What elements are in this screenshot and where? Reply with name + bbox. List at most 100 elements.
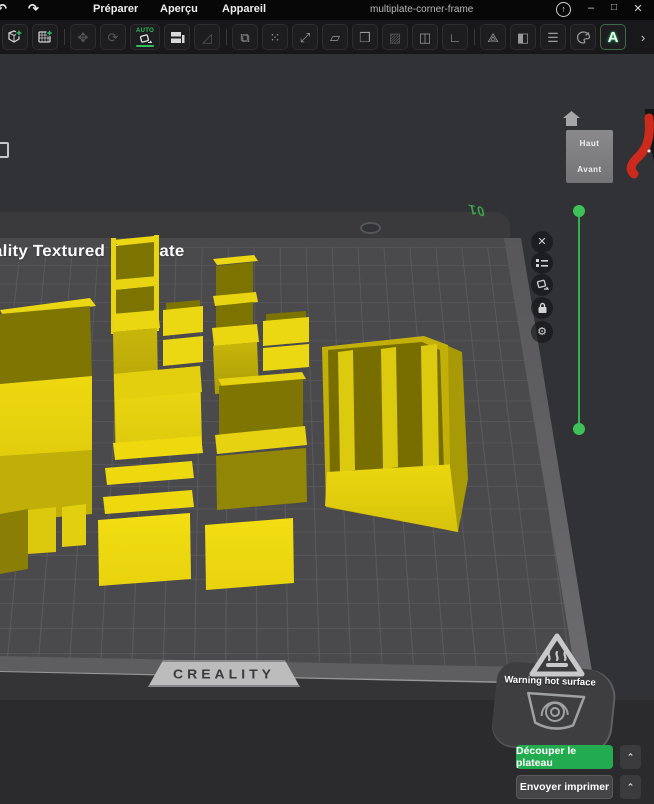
arrange-plates-button[interactable] xyxy=(164,24,190,50)
model-face xyxy=(0,306,92,384)
layer-slider-track[interactable] xyxy=(578,211,580,429)
model-face xyxy=(62,504,86,547)
red-model-clipped xyxy=(626,109,654,179)
minimize-button[interactable]: – xyxy=(583,2,599,14)
model-face xyxy=(216,448,307,510)
menu-preview[interactable]: Aperçu xyxy=(160,3,198,15)
auto-orient-button[interactable]: AUTO xyxy=(130,24,160,50)
cut-icon: ◧ xyxy=(516,29,530,45)
model-face xyxy=(216,262,253,298)
rotate-icon: ⟳ xyxy=(107,29,119,45)
plate-settings-button[interactable]: ▱ xyxy=(322,24,348,50)
move-icon: ✥ xyxy=(77,29,89,45)
view-orientation-cube[interactable]: Haut Avant xyxy=(566,130,613,183)
list-icon xyxy=(536,259,548,267)
pattern-button[interactable]: ⁙ xyxy=(262,24,288,50)
hatch-button[interactable]: ▨ xyxy=(382,24,408,50)
support-icon: ⟁ xyxy=(487,29,499,45)
view-top-label[interactable]: Haut xyxy=(566,139,613,148)
measure-icon: ∟ xyxy=(448,29,462,45)
menu-prepare[interactable]: Préparer xyxy=(93,3,138,15)
brand-text: CREALITY xyxy=(173,666,275,681)
model-face xyxy=(0,376,92,460)
toolbar-divider xyxy=(474,29,475,45)
cube-frame-icon: ❒ xyxy=(359,29,371,45)
model-face xyxy=(205,518,294,590)
add-model-button[interactable] xyxy=(2,24,28,50)
build-plate-back-rim xyxy=(0,212,510,238)
rotate-tool-button[interactable]: ⟳ xyxy=(100,24,126,50)
layer-slider-bottom-handle[interactable] xyxy=(573,423,585,435)
plate-auto-orient-button[interactable] xyxy=(531,274,553,296)
active-indicator xyxy=(136,44,154,47)
undo-icon[interactable]: ↶ xyxy=(0,1,7,17)
plate-lock-button[interactable] xyxy=(531,297,553,319)
boolean-icon: ◫ xyxy=(418,29,432,45)
lay-flat-button[interactable]: ◿ xyxy=(194,24,220,50)
maximize-button[interactable]: □ xyxy=(606,2,622,13)
lay-flat-icon: ◿ xyxy=(202,29,212,45)
close-button[interactable]: ✕ xyxy=(630,2,646,15)
scale-icon: ⤢ xyxy=(299,29,311,45)
add-model-icon xyxy=(8,29,23,43)
lock-icon xyxy=(538,302,546,313)
slice-options-caret-button[interactable]: ⌃ xyxy=(620,745,641,769)
model-face xyxy=(338,350,355,472)
fingerprint-icon xyxy=(527,691,586,730)
caret-up-icon: ⌃ xyxy=(626,781,635,792)
text-tool-label: A xyxy=(607,28,619,46)
scale-button[interactable]: ⤢ xyxy=(292,24,318,50)
hatch-icon: ▨ xyxy=(388,29,402,45)
cut-button[interactable]: ◧ xyxy=(510,24,536,50)
plate-settings-button[interactable]: ⚙ xyxy=(531,321,553,343)
model-face xyxy=(98,513,191,586)
hot-surface-warning-icon xyxy=(529,633,585,677)
model-face xyxy=(216,302,253,328)
model-face xyxy=(28,507,56,554)
layers-button[interactable]: ☰ xyxy=(540,24,566,50)
clone-icon: ⧉ xyxy=(240,29,250,45)
support-button[interactable]: ⟁ xyxy=(480,24,506,50)
layer-slider-top-handle[interactable] xyxy=(573,205,585,217)
title-bar: ↶ ↷ Préparer Aperçu Appareil multiplate-… xyxy=(0,0,654,20)
paint-button[interactable] xyxy=(570,24,596,50)
plate-close-button[interactable]: ✕ xyxy=(531,231,553,253)
cube-frame-button[interactable]: ❒ xyxy=(352,24,378,50)
measure-button[interactable]: ∟ xyxy=(442,24,468,50)
clone-button[interactable]: ⧉ xyxy=(232,24,258,50)
move-tool-button[interactable]: ✥ xyxy=(70,24,96,50)
palette-icon xyxy=(576,30,590,44)
print-options-caret-button[interactable]: ⌃ xyxy=(620,775,641,799)
document-title: multiplate-corner-frame xyxy=(370,4,474,15)
toolbar-divider xyxy=(226,29,227,45)
toolbar-more-button[interactable]: › xyxy=(630,24,654,50)
scene-viewport[interactable]: 01 Creality Textured PEI Plate CREALITY xyxy=(0,54,654,804)
redo-icon[interactable]: ↷ xyxy=(28,1,39,17)
boolean-button[interactable]: ◫ xyxy=(412,24,438,50)
auto-orient-icon xyxy=(139,33,152,43)
plate-list-button[interactable] xyxy=(531,252,553,274)
text-tool-button[interactable]: A xyxy=(600,24,626,50)
add-plate-icon xyxy=(38,29,53,43)
creality-badge: CREALITY xyxy=(148,660,300,687)
toolbar-divider xyxy=(64,29,65,45)
add-plate-button[interactable] xyxy=(32,24,58,50)
pattern-icon: ⁙ xyxy=(269,29,281,45)
plate-handle-notch xyxy=(360,222,381,234)
model-face xyxy=(163,306,203,336)
clipped-left-icon xyxy=(0,142,9,158)
view-front-label[interactable]: Avant xyxy=(566,165,613,174)
plate-number: 01 xyxy=(466,201,487,220)
upload-icon[interactable]: ↑ xyxy=(556,2,571,17)
model-face xyxy=(0,509,28,574)
menu-device[interactable]: Appareil xyxy=(222,3,266,15)
arrange-icon xyxy=(170,31,184,43)
auto-orient-icon xyxy=(536,279,549,290)
home-view-icon[interactable] xyxy=(562,110,581,127)
send-print-button[interactable]: Envoyer imprimer xyxy=(516,775,613,799)
model-face xyxy=(116,242,154,280)
model-face xyxy=(421,344,439,469)
model-face xyxy=(163,336,203,366)
slice-plate-button[interactable]: Découper le plateau xyxy=(516,745,613,769)
main-toolbar: ✥ ⟳ AUTO ◿ ⧉ ⁙ ⤢ ▱ ❒ ▨ ◫ ∟ ⟁ ◧ ☰ A › xyxy=(0,20,654,54)
